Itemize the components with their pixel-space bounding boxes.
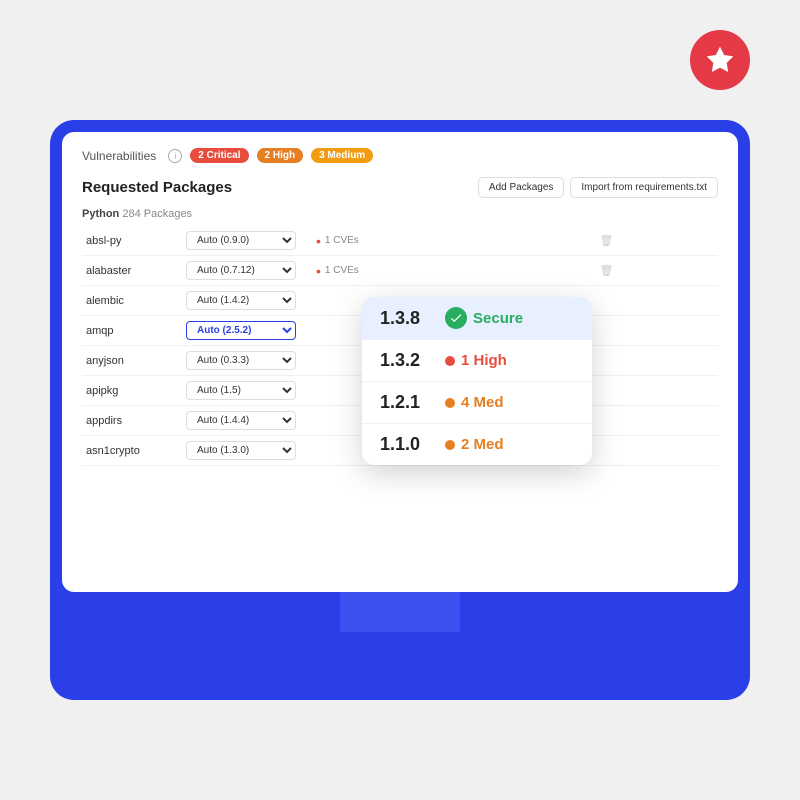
monitor: Vulnerabilities i 2 Critical 2 High 3 Me… — [50, 120, 750, 700]
package-cve: •1 CVEs — [312, 256, 595, 286]
package-name: absl-py — [82, 226, 182, 256]
monitor-neck — [340, 592, 460, 632]
status-label: Secure — [473, 310, 523, 327]
status-label: 4 Med — [461, 394, 504, 411]
package-delete[interactable] — [595, 346, 718, 376]
version-select[interactable]: Auto (2.5.2) — [186, 321, 296, 340]
status-label: 2 Med — [461, 436, 504, 453]
package-name: amqp — [82, 316, 182, 346]
high-severity-icon — [445, 356, 455, 366]
version-select[interactable]: Auto (1.4.2) — [186, 291, 296, 310]
vuln-label: Vulnerabilities — [82, 149, 156, 163]
package-name: asn1crypto — [82, 436, 182, 466]
dropdown-version-status: 4 Med — [445, 394, 504, 411]
version-select[interactable]: Auto (1.3.0) — [186, 441, 296, 460]
vuln-header: Vulnerabilities i 2 Critical 2 High 3 Me… — [82, 148, 718, 163]
import-requirements-button[interactable]: Import from requirements.txt — [570, 177, 718, 198]
monitor-screen: Vulnerabilities i 2 Critical 2 High 3 Me… — [62, 132, 738, 592]
dropdown-version-item[interactable]: 1.3.2 1 High — [362, 340, 592, 382]
package-delete[interactable] — [595, 436, 718, 466]
status-label: 1 High — [461, 352, 507, 369]
package-delete[interactable]: 🗑 — [595, 226, 718, 256]
package-name: alembic — [82, 286, 182, 316]
med-severity-icon — [445, 440, 455, 450]
package-name: apipkg — [82, 376, 182, 406]
add-packages-button[interactable]: Add Packages — [478, 177, 565, 198]
package-version-cell: Auto (0.7.12) — [182, 256, 312, 286]
package-name: appdirs — [82, 406, 182, 436]
section-header: Requested Packages Add Packages Import f… — [82, 177, 718, 198]
package-delete[interactable] — [595, 316, 718, 346]
star-icon — [704, 44, 736, 76]
package-version-cell: Auto (1.4.4) — [182, 406, 312, 436]
badge-medium: 3 Medium — [311, 148, 373, 163]
dropdown-version-number: 1.2.1 — [380, 392, 435, 413]
version-select[interactable]: Auto (1.5) — [186, 381, 296, 400]
version-dropdown: 1.3.8 Secure 1.3.2 1 High 1.2.1 4 Med 1.1.0 2 M… — [362, 297, 592, 465]
badge-high: 2 High — [257, 148, 304, 163]
star-badge — [690, 30, 750, 90]
package-name: alabaster — [82, 256, 182, 286]
python-label: Python 284 Packages — [82, 208, 718, 220]
dropdown-version-number: 1.3.2 — [380, 350, 435, 371]
package-delete[interactable] — [595, 286, 718, 316]
package-version-cell: Auto (1.4.2) — [182, 286, 312, 316]
package-version-cell: Auto (2.5.2) — [182, 316, 312, 346]
dropdown-version-item[interactable]: 1.2.1 4 Med — [362, 382, 592, 424]
package-version-cell: Auto (1.3.0) — [182, 436, 312, 466]
package-name: anyjson — [82, 346, 182, 376]
package-version-cell: Auto (1.5) — [182, 376, 312, 406]
version-select[interactable]: Auto (0.3.3) — [186, 351, 296, 370]
action-buttons: Add Packages Import from requirements.tx… — [478, 177, 718, 198]
dropdown-version-number: 1.3.8 — [380, 308, 435, 329]
table-row: alabasterAuto (0.7.12) •1 CVEs🗑 — [82, 256, 718, 286]
dropdown-version-item[interactable]: 1.3.8 Secure — [362, 297, 592, 340]
version-select[interactable]: Auto (0.9.0) — [186, 231, 296, 250]
package-delete[interactable]: 🗑 — [595, 256, 718, 286]
dropdown-version-status: Secure — [445, 307, 523, 329]
dropdown-version-number: 1.1.0 — [380, 434, 435, 455]
package-version-cell: Auto (0.3.3) — [182, 346, 312, 376]
table-row: absl-pyAuto (0.9.0) •1 CVEs🗑 — [82, 226, 718, 256]
package-delete[interactable] — [595, 376, 718, 406]
version-select[interactable]: Auto (0.7.12) — [186, 261, 296, 280]
package-version-cell: Auto (0.9.0) — [182, 226, 312, 256]
monitor-base — [290, 632, 510, 660]
requested-packages-title: Requested Packages — [82, 179, 232, 196]
secure-icon — [445, 307, 467, 329]
package-delete[interactable] — [595, 406, 718, 436]
info-icon: i — [168, 149, 182, 163]
dropdown-version-status: 1 High — [445, 352, 507, 369]
med-severity-icon — [445, 398, 455, 408]
dropdown-version-status: 2 Med — [445, 436, 504, 453]
badge-critical: 2 Critical — [190, 148, 248, 163]
version-select[interactable]: Auto (1.4.4) — [186, 411, 296, 430]
dropdown-version-item[interactable]: 1.1.0 2 Med — [362, 424, 592, 465]
package-cve: •1 CVEs — [312, 226, 595, 256]
